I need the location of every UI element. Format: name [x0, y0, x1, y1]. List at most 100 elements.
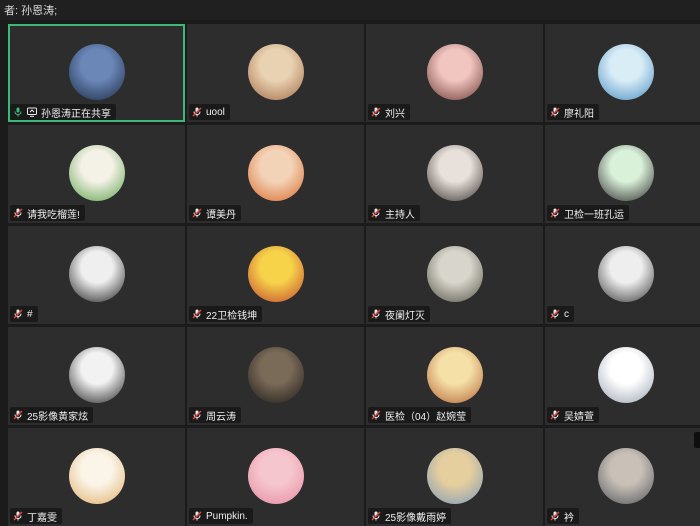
- microphone-muted-icon: [192, 410, 202, 420]
- sharing-header: 者: 孙恩涛;: [0, 0, 700, 20]
- participant-tile[interactable]: 周云涛: [187, 327, 364, 425]
- screen-share-icon: [27, 107, 37, 117]
- participant-name-bar: 夜阑灯灭: [368, 306, 430, 322]
- microphone-muted-icon: [192, 107, 202, 117]
- participant-tile[interactable]: 请我吃榴莲!: [8, 125, 185, 223]
- participant-name: 刘兴: [385, 108, 405, 120]
- participant-avatar: [247, 44, 304, 100]
- participant-name: #: [27, 308, 33, 320]
- participant-name-bar: 刘兴: [368, 104, 410, 120]
- microphone-muted-icon: [550, 208, 560, 218]
- participant-avatar: [426, 448, 483, 504]
- microphone-muted-icon: [550, 107, 560, 117]
- participant-tile[interactable]: uool: [187, 24, 364, 122]
- participant-name-bar: 周云涛: [189, 407, 241, 423]
- participant-avatar: [247, 246, 304, 302]
- participant-tile[interactable]: 25影像戴雨婷: [366, 428, 543, 526]
- participant-name: 请我吃榴莲!: [27, 209, 80, 221]
- participant-avatar: [247, 448, 304, 504]
- participant-name-bar: 请我吃榴莲!: [10, 205, 85, 221]
- participant-tile[interactable]: 吴婧萱: [545, 327, 700, 425]
- participant-tile[interactable]: 25影像黄家炫: [8, 327, 185, 425]
- participant-name: uool: [206, 106, 225, 118]
- participant-avatar: [247, 145, 304, 201]
- participant-avatar: [68, 44, 125, 100]
- participant-name-bar: 卫检一班孔运: [547, 205, 629, 221]
- participant-tile[interactable]: 丁嘉雯: [8, 428, 185, 526]
- microphone-muted-icon: [371, 410, 381, 420]
- participant-name-bar: 25影像黄家炫: [10, 407, 94, 423]
- participant-name: 夜阑灯灭: [385, 310, 425, 322]
- microphone-muted-icon: [550, 511, 560, 521]
- participant-avatar: [426, 145, 483, 201]
- participant-tile[interactable]: 廖礼阳: [545, 24, 700, 122]
- participant-avatar: [68, 448, 125, 504]
- participant-tile[interactable]: 衿: [545, 428, 700, 526]
- participant-avatar: [426, 347, 483, 403]
- participant-tile[interactable]: Pumpkin.: [187, 428, 364, 526]
- participant-tile[interactable]: 刘兴: [366, 24, 543, 122]
- participant-name: 周云涛: [206, 411, 236, 423]
- microphone-muted-icon: [550, 309, 560, 319]
- side-panel-handle[interactable]: [694, 432, 700, 448]
- participant-avatar: [597, 44, 654, 100]
- participant-tile[interactable]: #: [8, 226, 185, 324]
- participant-name: 22卫检钱坤: [206, 310, 258, 322]
- participant-tile[interactable]: 医检（04）赵婉莹: [366, 327, 543, 425]
- participant-name: 卫检一班孔运: [564, 209, 624, 221]
- participant-name-bar: c: [547, 306, 574, 322]
- microphone-muted-icon: [192, 511, 202, 521]
- participant-name-bar: 主持人: [368, 205, 420, 221]
- microphone-icon: [13, 107, 23, 117]
- participant-name-bar: 吴婧萱: [547, 407, 599, 423]
- participant-name: 丁嘉雯: [27, 512, 57, 524]
- participant-name: 谭美丹: [206, 209, 236, 221]
- participant-tile[interactable]: 谭美丹: [187, 125, 364, 223]
- participant-name-bar: uool: [189, 104, 230, 120]
- microphone-muted-icon: [550, 410, 560, 420]
- microphone-muted-icon: [371, 107, 381, 117]
- participant-grid: 孙恩涛正在共享 uool 刘兴 廖礼阳请我吃榴莲! 谭美丹 主持人 卫检一班孔运 #22卫检钱…: [8, 24, 700, 526]
- participant-avatar: [68, 246, 125, 302]
- microphone-muted-icon: [192, 208, 202, 218]
- participant-name: 25影像戴雨婷: [385, 512, 447, 524]
- microphone-muted-icon: [13, 309, 23, 319]
- microphone-muted-icon: [371, 208, 381, 218]
- participant-name-bar: 25影像戴雨婷: [368, 508, 452, 524]
- participant-avatar: [247, 347, 304, 403]
- participant-avatar: [597, 448, 654, 504]
- microphone-muted-icon: [192, 309, 202, 319]
- participant-tile[interactable]: 主持人: [366, 125, 543, 223]
- participant-name-bar: 医检（04）赵婉莹: [368, 407, 472, 423]
- microphone-muted-icon: [13, 208, 23, 218]
- participant-tile[interactable]: 孙恩涛正在共享: [8, 24, 185, 122]
- participant-name-bar: 谭美丹: [189, 205, 241, 221]
- participant-name: 衿: [564, 512, 574, 524]
- participant-tile[interactable]: 卫检一班孔运: [545, 125, 700, 223]
- participant-name: 孙恩涛正在共享: [41, 108, 111, 120]
- participant-name: c: [564, 308, 569, 320]
- participant-avatar: [426, 44, 483, 100]
- participant-name: 廖礼阳: [564, 108, 594, 120]
- participant-name-bar: #: [10, 306, 38, 322]
- microphone-muted-icon: [371, 511, 381, 521]
- participant-name-bar: 孙恩涛正在共享: [10, 104, 116, 120]
- participant-name-bar: 廖礼阳: [547, 104, 599, 120]
- participant-name: 医检（04）赵婉莹: [385, 411, 467, 423]
- participant-avatar: [426, 246, 483, 302]
- participant-avatar: [68, 145, 125, 201]
- participant-tile[interactable]: c: [545, 226, 700, 324]
- participant-tile[interactable]: 22卫检钱坤: [187, 226, 364, 324]
- participant-name-bar: 丁嘉雯: [10, 508, 62, 524]
- participant-name: 吴婧萱: [564, 411, 594, 423]
- microphone-muted-icon: [13, 410, 23, 420]
- participant-name-bar: 22卫检钱坤: [189, 306, 263, 322]
- participant-name: 25影像黄家炫: [27, 411, 89, 423]
- microphone-muted-icon: [371, 309, 381, 319]
- participant-avatar: [597, 347, 654, 403]
- microphone-muted-icon: [13, 511, 23, 521]
- participant-name: 主持人: [385, 209, 415, 221]
- participant-avatar: [597, 145, 654, 201]
- participant-tile[interactable]: 夜阑灯灭: [366, 226, 543, 324]
- participant-avatar: [68, 347, 125, 403]
